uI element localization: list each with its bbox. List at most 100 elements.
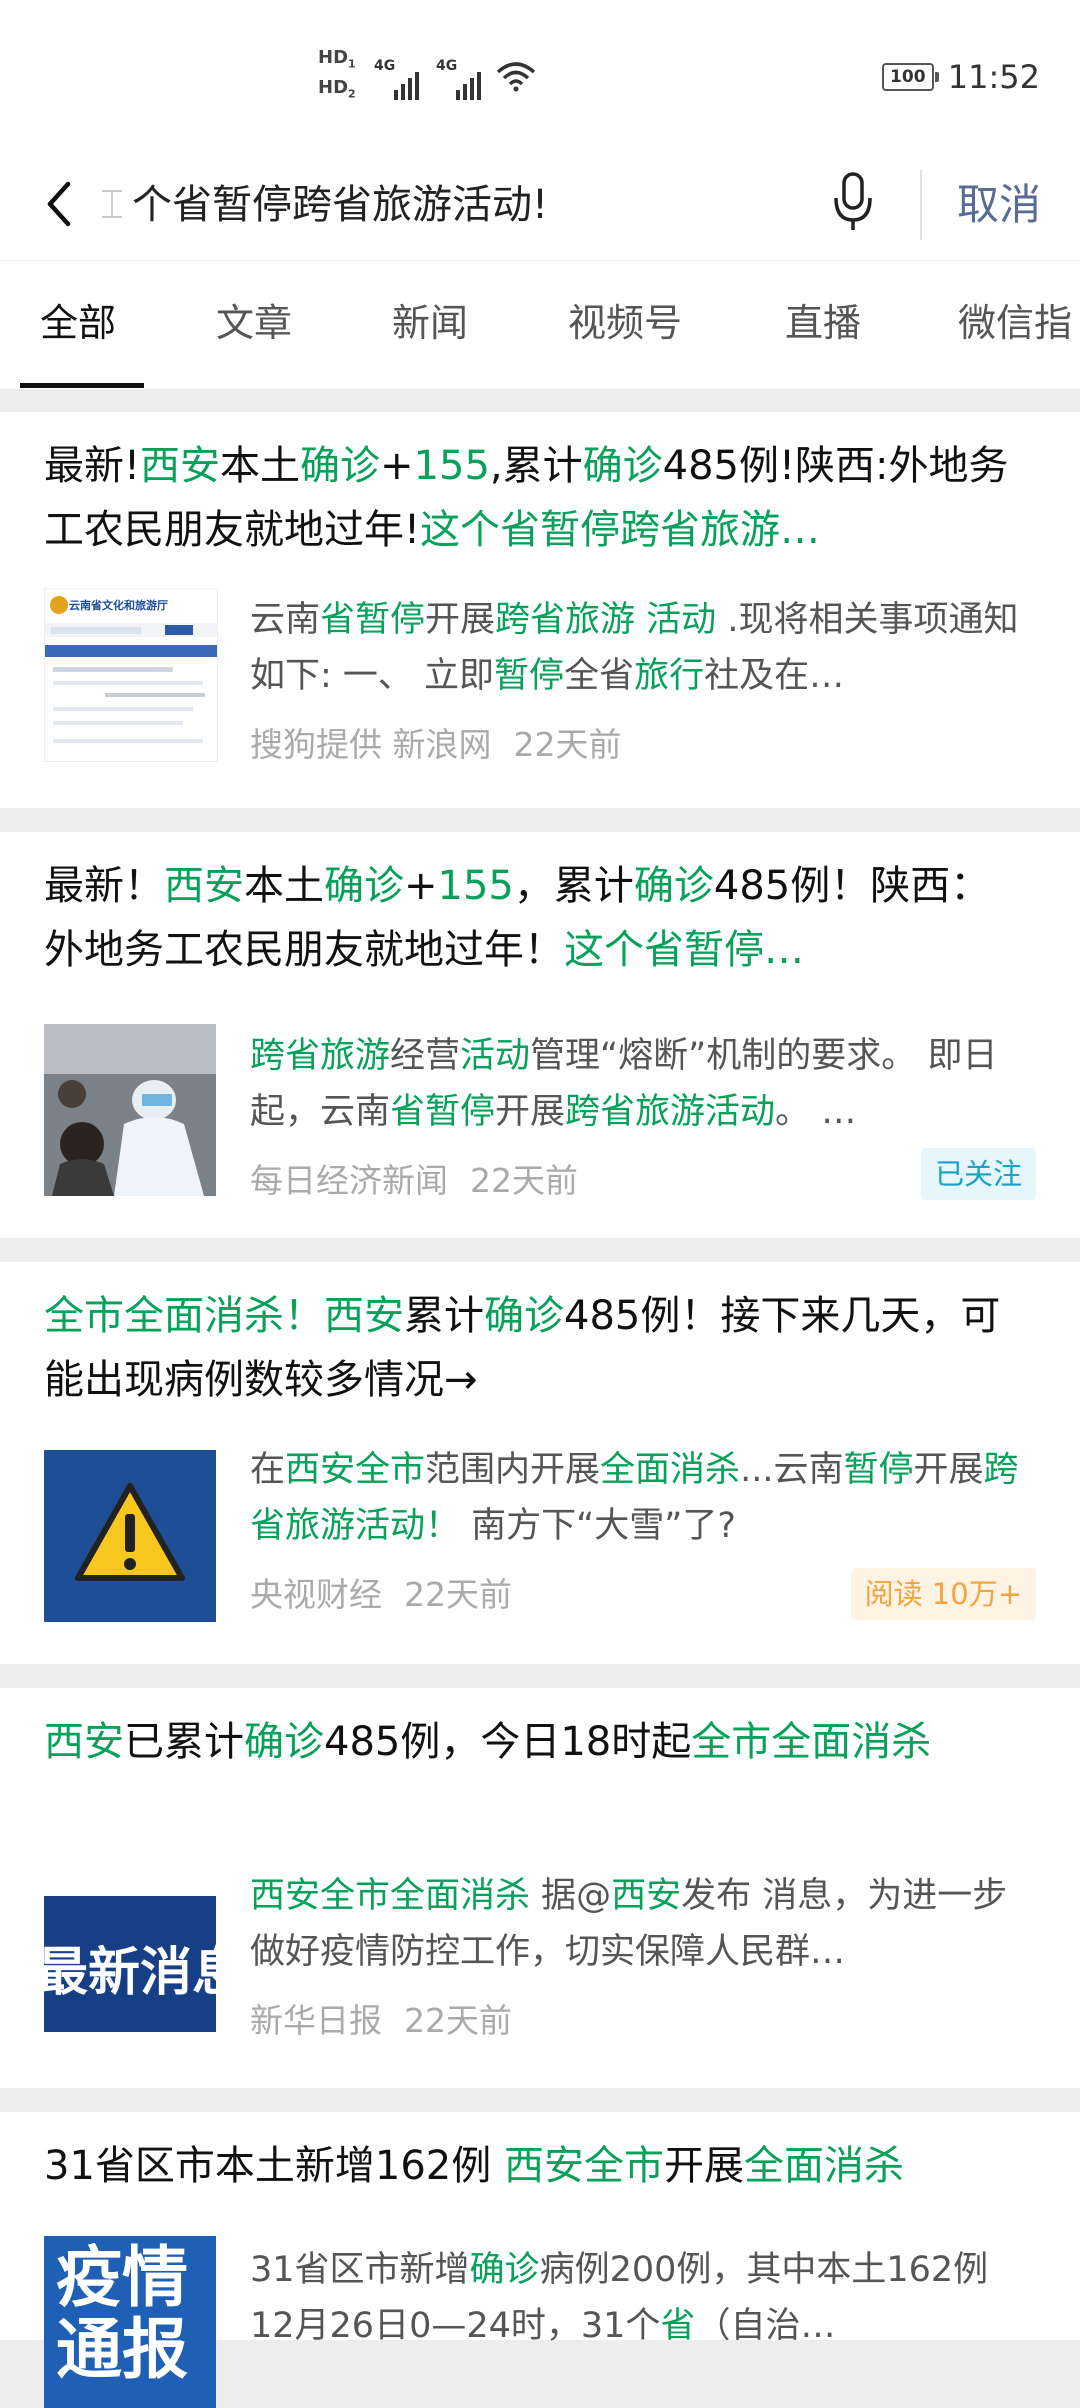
tab-articles[interactable]: 文章 bbox=[216, 261, 292, 389]
text-segment: + bbox=[404, 863, 438, 909]
keyword-highlight: 确诊 bbox=[582, 443, 663, 489]
warning-triangle-icon bbox=[44, 1450, 216, 1622]
active-tab-indicator bbox=[20, 383, 144, 388]
keyword-highlight: 活动 bbox=[460, 1036, 531, 1076]
text-segment: 已累计 bbox=[124, 1719, 244, 1765]
text-segment: 31省区市本土新增162例 bbox=[44, 2143, 504, 2189]
keyword-highlight: 155 bbox=[413, 443, 490, 489]
text-segment: 开展 bbox=[425, 600, 496, 640]
thumbnail-caption: 疫情通报 bbox=[56, 2239, 188, 2388]
keyword-highlight: 西安全市 bbox=[285, 1450, 426, 1490]
result-meta: 搜狗提供 新浪网 22天前 bbox=[250, 718, 622, 766]
keyword-highlight: 确诊 bbox=[300, 443, 381, 489]
search-input[interactable]: ⌶ 个省暂停跨省旅游活动! bbox=[100, 172, 820, 238]
search-bar: ⌶ 个省暂停跨省旅游活动! 取消 bbox=[0, 150, 1080, 260]
divider bbox=[920, 170, 922, 240]
result-snippet: 西安全市全面消杀 据@西安发布 消息，为进一步做好疫情防控工作，切实保障人民群… bbox=[250, 1868, 1040, 1980]
keyword-highlight: 省 bbox=[660, 2306, 696, 2346]
result-thumbnail: 疫情通报 bbox=[44, 2236, 216, 2408]
network-type-1: 4G bbox=[374, 58, 396, 74]
keyword-highlight: 跨省旅游 活动 bbox=[495, 600, 717, 640]
result-snippet: 31省区市新增确诊病例200例，其中本土162例 12月26日0—24时，31个… bbox=[250, 2242, 1040, 2354]
wifi-icon bbox=[496, 62, 536, 92]
result-meta: 每日经济新闻 22天前 bbox=[250, 1154, 578, 1202]
text-segment: 在 bbox=[250, 1450, 286, 1490]
cellular-signal-icon bbox=[456, 72, 481, 100]
text-segment: 据@ bbox=[530, 1876, 612, 1916]
keyword-highlight: 这个省暂停跨省旅游… bbox=[420, 507, 821, 553]
result-snippet: 云南省暂停开展跨省旅游 活动 .现将相关事项通知如下: 一、 立即暂停全省旅行社… bbox=[250, 592, 1040, 704]
text-segment: + bbox=[380, 443, 414, 489]
status-bar: HD1 HD2 4G 4G 100 11:52 bbox=[0, 0, 1080, 150]
keyword-highlight: 确诊 bbox=[324, 863, 404, 909]
result-source: 央视财经 bbox=[250, 1575, 382, 1614]
result-time: 22天前 bbox=[404, 2001, 512, 2040]
keyword-highlight: 全市全面消杀 bbox=[691, 1719, 932, 1765]
thumbnail-stripe bbox=[44, 1878, 216, 1896]
keyword-highlight: 西安 bbox=[164, 863, 244, 909]
network-type-2: 4G bbox=[436, 58, 458, 74]
result-thumbnail bbox=[44, 1450, 216, 1622]
text-segment: ，累计 bbox=[513, 863, 634, 909]
result-title: 最新!西安本土确诊+155,累计确诊485例!陕西:外地务工农民朋友就地过年!这… bbox=[44, 434, 1024, 562]
result-card[interactable]: 最新！西安本土确诊+155，累计确诊485例！陕西：外地务工农民朋友就地过年！这… bbox=[0, 832, 1080, 1238]
signal-indicators: HD1 HD2 4G 4G bbox=[318, 48, 538, 108]
text-segment: 全省 bbox=[564, 656, 635, 696]
result-card[interactable]: 全市全面消杀！西安累计确诊485例！接下来几天，可能出现病例数较多情况→ 在西安… bbox=[0, 1262, 1080, 1664]
result-time: 22天前 bbox=[404, 1575, 512, 1614]
text-segment: 开展 bbox=[663, 2143, 744, 2189]
microphone-icon[interactable] bbox=[830, 168, 876, 238]
result-source: 每日经济新闻 bbox=[250, 1161, 448, 1200]
result-card[interactable]: 31省区市本土新增162例 西安全市开展全面消杀 疫情通报 31省区市新增确诊病… bbox=[0, 2112, 1080, 2408]
keyword-highlight: 暂停 bbox=[494, 656, 565, 696]
text-segment: 本土 bbox=[244, 863, 324, 909]
keyword-highlight: 全市全面消杀！ bbox=[44, 1293, 324, 1339]
thumbnail-caption: 最新消息 bbox=[44, 1943, 216, 2003]
keyword-highlight: 跨省旅游活动 bbox=[565, 1092, 776, 1132]
followed-badge: 已关注 bbox=[920, 1148, 1036, 1200]
text-segment: 范围内开展 bbox=[425, 1450, 601, 1490]
hd-voice-1-icon: HD1 bbox=[318, 47, 356, 71]
thumbnail-caption: 云南省文化和旅游厅 bbox=[69, 599, 168, 612]
cancel-button[interactable]: 取消 bbox=[957, 170, 1041, 240]
keyword-highlight: 全面消杀 bbox=[600, 1450, 741, 1490]
keyword-highlight: 跨省旅游 bbox=[250, 1036, 391, 1076]
text-segment: 开展 bbox=[495, 1092, 566, 1132]
result-thumbnail: 云南省文化和旅游厅 bbox=[44, 588, 218, 762]
keyword-highlight: 省暂停 bbox=[390, 1092, 496, 1132]
result-thumbnail: 最新消息 bbox=[44, 1878, 216, 2050]
text-segment: 。 … bbox=[775, 1092, 857, 1132]
tab-all[interactable]: 全部 bbox=[40, 261, 116, 389]
result-time: 22天前 bbox=[513, 725, 622, 764]
keyword-highlight: 确诊 bbox=[633, 863, 714, 909]
keyword-highlight: 暂停 bbox=[843, 1450, 914, 1490]
text-segment: 最新！ bbox=[44, 863, 164, 909]
result-title: 31省区市本土新增162例 西安全市开展全面消杀 bbox=[44, 2134, 1024, 2198]
text-segment: 31省区市新增 bbox=[250, 2250, 470, 2290]
result-source: 搜狗提供 新浪网 bbox=[250, 725, 492, 764]
keyword-highlight: 155 bbox=[437, 863, 514, 909]
thumbnail-stripe bbox=[44, 2032, 216, 2050]
text-segment: 社及在… bbox=[704, 656, 845, 696]
back-chevron-icon[interactable] bbox=[34, 174, 84, 234]
keyword-highlight: 旅行 bbox=[634, 656, 705, 696]
result-title: 西安已累计确诊485例，今日18时起全市全面消杀 bbox=[44, 1710, 1024, 1774]
tab-wechat-index[interactable]: 微信指 bbox=[958, 261, 1072, 389]
result-time: 22天前 bbox=[470, 1161, 578, 1200]
text-segment: 最新! bbox=[44, 443, 141, 489]
keyword-highlight: 西安 bbox=[611, 1876, 682, 1916]
search-query: 个省暂停跨省旅游活动! bbox=[132, 182, 549, 228]
result-card[interactable]: 最新!西安本土确诊+155,累计确诊485例!陕西:外地务工农民朋友就地过年!这… bbox=[0, 412, 1080, 808]
cellular-signal-icon bbox=[394, 72, 419, 100]
text-segment: 本土 bbox=[220, 443, 301, 489]
thumbnail-photo bbox=[44, 1024, 216, 1196]
text-segment: ...云南 bbox=[740, 1450, 844, 1490]
result-meta: 新华日报 22天前 bbox=[250, 1994, 512, 2042]
keyword-highlight: 西安全市全面消杀 bbox=[250, 1876, 531, 1916]
result-card[interactable]: 西安已累计确诊485例，今日18时起全市全面消杀 最新消息 西安全市全面消杀 据… bbox=[0, 1688, 1080, 2088]
result-thumbnail bbox=[44, 1024, 216, 1196]
read-count-badge: 阅读 10万+ bbox=[850, 1568, 1036, 1620]
tab-channels[interactable]: 视频号 bbox=[568, 261, 682, 389]
tab-live[interactable]: 直播 bbox=[785, 261, 861, 389]
tab-news[interactable]: 新闻 bbox=[392, 261, 468, 389]
